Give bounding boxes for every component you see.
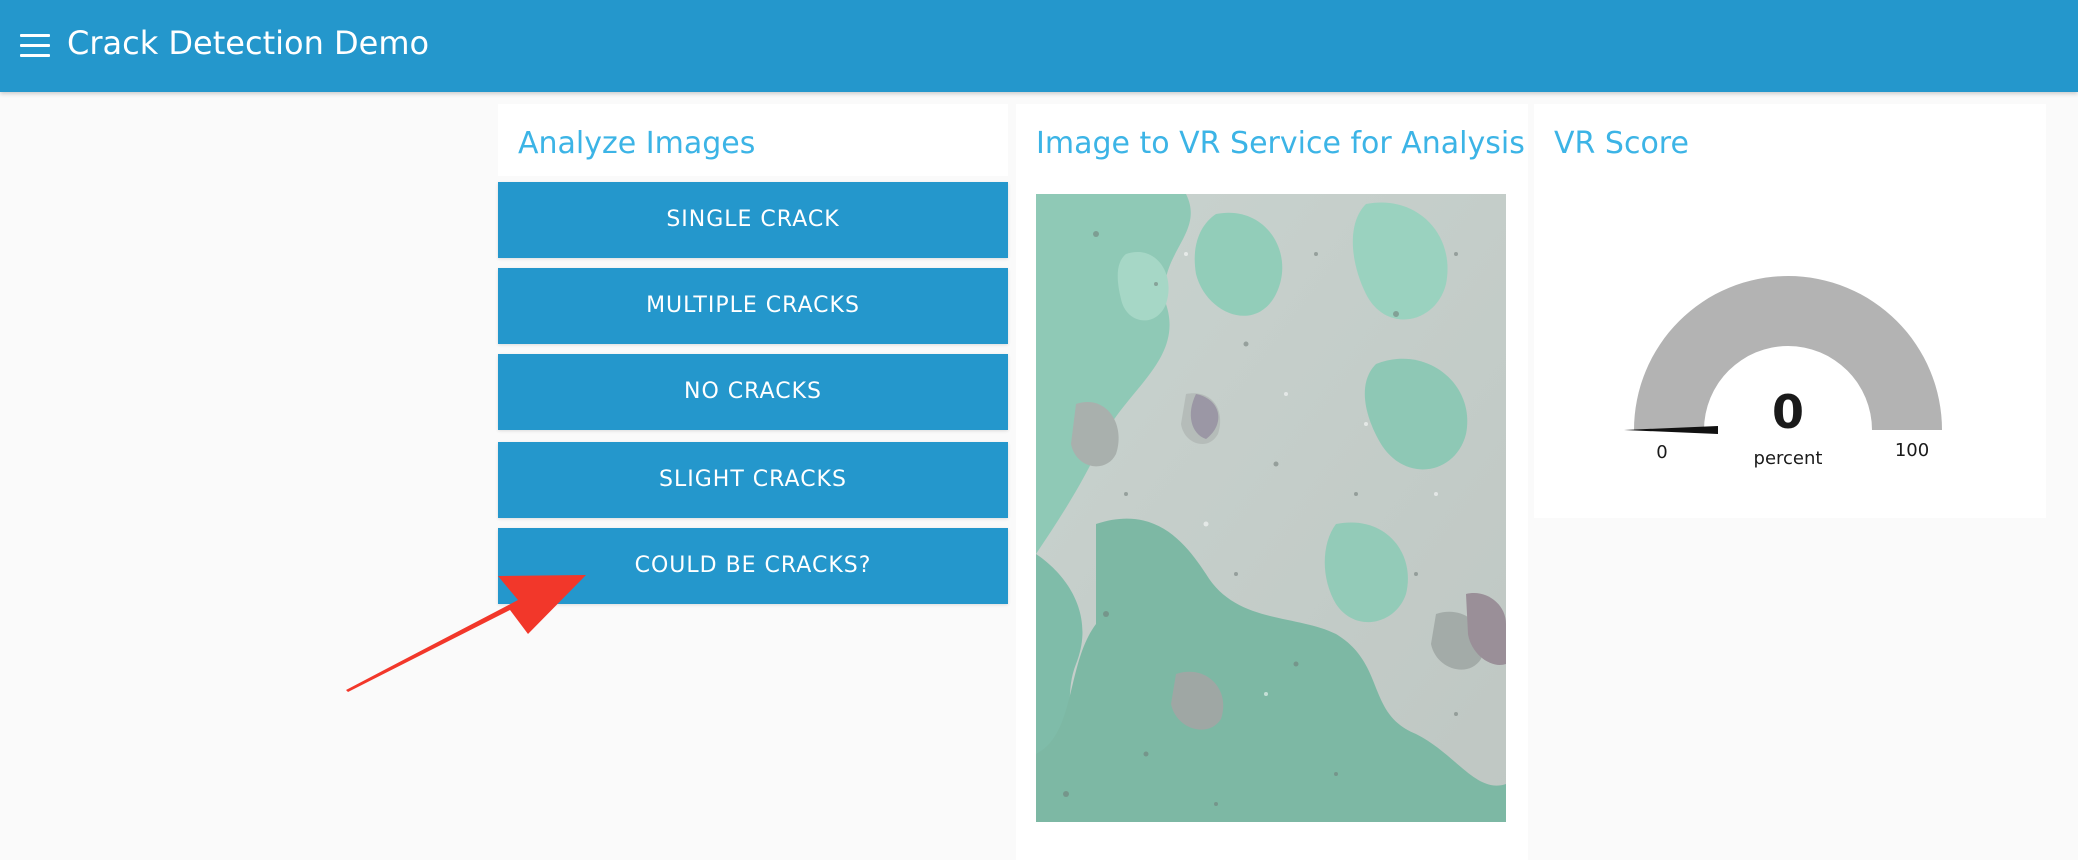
red-arrow-icon — [346, 575, 586, 692]
